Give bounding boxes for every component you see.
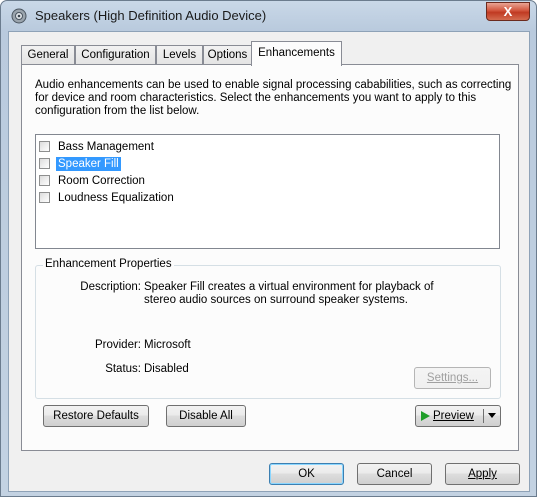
preview-split-button[interactable]: Preview (415, 405, 501, 427)
tab-label: General (27, 49, 69, 61)
list-item-label: Room Correction (58, 174, 145, 187)
list-item-bass-management[interactable]: Bass Management (39, 138, 156, 155)
split-divider (483, 409, 484, 423)
description-label: Description: (80, 281, 141, 293)
enhancements-list[interactable]: Bass Management Speaker Fill Room Correc… (35, 134, 500, 249)
button-label: Settings... (426, 372, 479, 384)
button-label: Preview (433, 410, 474, 422)
list-item-label: Bass Management (58, 140, 154, 153)
dialog-window: Speakers (High Definition Audio Device) … (0, 0, 537, 497)
window-title: Speakers (High Definition Audio Device) (35, 8, 267, 23)
button-label: OK (298, 468, 315, 480)
tab-enhancements[interactable]: Enhancements (251, 41, 342, 66)
list-item-label: Speaker Fill (56, 156, 121, 171)
button-label: Disable All (179, 410, 233, 422)
tab-options[interactable]: Options (203, 45, 252, 65)
room-correction-checkbox[interactable] (39, 175, 50, 186)
list-item-speaker-fill[interactable]: Speaker Fill (39, 155, 121, 172)
settings-button[interactable]: Settings... (414, 367, 491, 389)
status-label: Status: (105, 363, 141, 375)
group-title: Enhancement Properties (43, 258, 174, 270)
speaker-fill-checkbox[interactable] (39, 158, 50, 169)
button-label: Cancel (376, 468, 413, 480)
title-bar: Speakers (High Definition Audio Device) … (1, 1, 536, 31)
tab-general[interactable]: General (21, 45, 75, 65)
tab-label: Levels (162, 49, 197, 61)
button-label: Restore Defaults (53, 410, 139, 422)
loudness-equalization-checkbox[interactable] (39, 192, 50, 203)
restore-defaults-button[interactable]: Restore Defaults (43, 405, 149, 427)
close-button[interactable]: X (486, 2, 530, 21)
tab-label: Options (207, 49, 248, 61)
list-item-room-correction[interactable]: Room Correction (39, 172, 147, 189)
provider-value: Microsoft (144, 339, 191, 351)
list-item-label: Loudness Equalization (58, 191, 174, 204)
cancel-button[interactable]: Cancel (357, 463, 432, 485)
provider-label: Provider: (94, 339, 141, 351)
tab-label: Enhancements (258, 47, 335, 59)
button-label: Apply (468, 468, 497, 480)
bass-management-checkbox[interactable] (39, 141, 50, 152)
description-value: Speaker Fill creates a virtual environme… (144, 281, 434, 306)
play-icon (421, 411, 430, 421)
enhancements-panel: Audio enhancements can be used to enable… (21, 64, 519, 451)
list-item-loudness-equalization[interactable]: Loudness Equalization (39, 189, 176, 206)
enhancement-properties-group: Enhancement Properties Description: Spea… (35, 258, 501, 399)
tab-configuration[interactable]: Configuration (75, 45, 156, 65)
chevron-down-icon[interactable] (488, 413, 496, 418)
disable-all-button[interactable]: Disable All (166, 405, 246, 427)
status-value: Disabled (144, 363, 189, 375)
speaker-icon (11, 8, 27, 24)
tab-levels[interactable]: Levels (156, 45, 203, 65)
dialog-client-area: General Configuration Levels Options Enh… (8, 31, 530, 492)
intro-text: Audio enhancements can be used to enable… (35, 79, 512, 117)
tab-label: Configuration (81, 49, 150, 61)
ok-button[interactable]: OK (269, 463, 344, 485)
apply-button[interactable]: Apply (445, 463, 520, 485)
close-icon: X (503, 4, 513, 19)
